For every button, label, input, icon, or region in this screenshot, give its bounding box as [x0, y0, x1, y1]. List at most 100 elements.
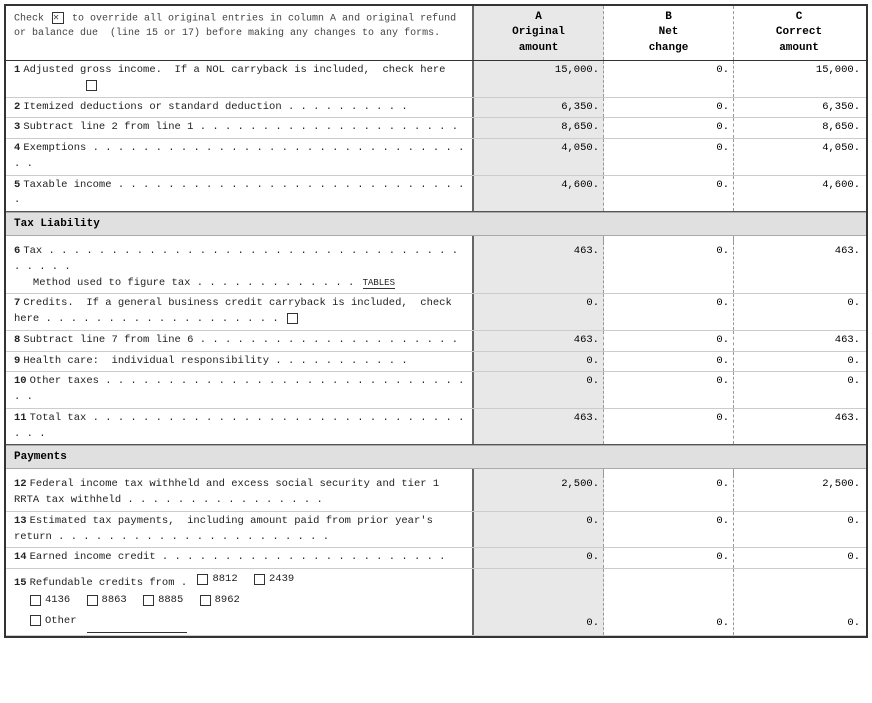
- row-13-desc: 13Estimated tax payments, including amou…: [6, 512, 474, 548]
- row-5-desc: 5Taxable income . . . . . . . . . . . . …: [6, 176, 474, 212]
- row-3-col-c: 8,650.: [734, 118, 864, 138]
- income-section: 1Adjusted gross income. If a NOL carryba…: [6, 61, 866, 212]
- row-10-col-b: 0.: [604, 372, 734, 408]
- tables-label: TABLES: [363, 278, 395, 289]
- row-11-col-c: 463.: [734, 409, 864, 445]
- row-7-col-a: 0.: [474, 294, 604, 330]
- override-checkbox[interactable]: [52, 12, 64, 24]
- row-14-desc: 14Earned income credit . . . . . . . . .…: [6, 548, 474, 568]
- cb-other-label: Other: [45, 613, 77, 630]
- row-7-col-b: 0.: [604, 294, 734, 330]
- row-2-col-b: 0.: [604, 98, 734, 118]
- row-14-col-c: 0.: [734, 548, 864, 568]
- table-row: 13Estimated tax payments, including amou…: [6, 512, 866, 549]
- header-description: Check to override all original entries i…: [6, 6, 474, 60]
- row-7-col-c: 0.: [734, 294, 864, 330]
- row-3-col-b: 0.: [604, 118, 734, 138]
- row-8-col-c: 463.: [734, 331, 864, 351]
- cb-2439-label: 2439: [269, 571, 294, 588]
- row-9-desc: 9Health care: individual responsibility …: [6, 352, 474, 372]
- table-row: 3Subtract line 2 from line 1 . . . . . .…: [6, 118, 866, 139]
- row-13-col-a: 0.: [474, 512, 604, 548]
- row-4-col-c: 4,050.: [734, 139, 864, 175]
- row-8-col-a: 463.: [474, 331, 604, 351]
- row-15-desc: 15Refundable credits from . 8812 2439 41…: [6, 569, 474, 635]
- cb-8812-label: 8812: [212, 571, 237, 588]
- column-b-header: BNetchange: [604, 6, 734, 60]
- table-row: 7Credits. If a general business credit c…: [6, 294, 866, 331]
- row-6-col-a: 463.: [474, 242, 604, 293]
- table-row: 9Health care: individual responsibility …: [6, 352, 866, 373]
- row-6-col-c: 463.: [734, 242, 864, 293]
- row-15-col-b: 0.: [604, 569, 734, 635]
- row-12-col-b: 0.: [604, 475, 734, 511]
- payments-header: Payments: [6, 445, 866, 469]
- cb-other[interactable]: [30, 615, 41, 626]
- table-row: 11Total tax . . . . . . . . . . . . . . …: [6, 409, 866, 445]
- tax-liability-header: Tax Liability: [6, 212, 866, 236]
- row-10-col-a: 0.: [474, 372, 604, 408]
- cb-2439[interactable]: [254, 574, 265, 585]
- cb-8812[interactable]: [197, 574, 208, 585]
- row-14-col-a: 0.: [474, 548, 604, 568]
- row-7-desc: 7Credits. If a general business credit c…: [6, 294, 474, 330]
- cb-8962-label: 8962: [215, 592, 240, 609]
- row-3-desc: 3Subtract line 2 from line 1 . . . . . .…: [6, 118, 474, 138]
- payments-section: 12Federal income tax withheld and excess…: [6, 469, 866, 636]
- row-11-col-b: 0.: [604, 409, 734, 445]
- row-8-desc: 8Subtract line 7 from line 6 . . . . . .…: [6, 331, 474, 351]
- row-4-col-b: 0.: [604, 139, 734, 175]
- row-1-desc: 1Adjusted gross income. If a NOL carryba…: [6, 61, 474, 97]
- row-5-col-c: 4,600.: [734, 176, 864, 212]
- form-container: Check to override all original entries i…: [4, 4, 868, 638]
- table-row: 1Adjusted gross income. If a NOL carryba…: [6, 61, 866, 98]
- column-c-header: CCorrectamount: [734, 6, 864, 60]
- row-15-col-a: 0.: [474, 569, 604, 635]
- cb-8885-label: 8885: [158, 592, 183, 609]
- row-13-col-b: 0.: [604, 512, 734, 548]
- row-5-col-b: 0.: [604, 176, 734, 212]
- table-row: 14Earned income credit . . . . . . . . .…: [6, 548, 866, 569]
- nol-checkbox[interactable]: [86, 80, 97, 91]
- column-a-header: AA Original amountOriginalamount: [474, 6, 604, 60]
- row-13-col-c: 0.: [734, 512, 864, 548]
- header-row: Check to override all original entries i…: [6, 6, 866, 61]
- cb-8863[interactable]: [87, 595, 98, 606]
- row-6-desc: 6Tax . . . . . . . . . . . . . . . . . .…: [6, 242, 474, 293]
- row-6-col-b: 0.: [604, 242, 734, 293]
- row-10-col-c: 0.: [734, 372, 864, 408]
- row-9-col-b: 0.: [604, 352, 734, 372]
- cb-4136[interactable]: [30, 595, 41, 606]
- row-11-desc: 11Total tax . . . . . . . . . . . . . . …: [6, 409, 474, 445]
- row-4-desc: 4Exemptions . . . . . . . . . . . . . . …: [6, 139, 474, 175]
- row-2-col-c: 6,350.: [734, 98, 864, 118]
- row-9-col-a: 0.: [474, 352, 604, 372]
- cb-8962[interactable]: [200, 595, 211, 606]
- row-1-col-c: 15,000.: [734, 61, 864, 97]
- row-12-col-a: 2,500.: [474, 475, 604, 511]
- row-12-desc: 12Federal income tax withheld and excess…: [6, 475, 474, 511]
- row-5-col-a: 4,600.: [474, 176, 604, 212]
- table-row: 5Taxable income . . . . . . . . . . . . …: [6, 176, 866, 212]
- business-credit-checkbox[interactable]: [287, 313, 298, 324]
- row-3-col-a: 8,650.: [474, 118, 604, 138]
- table-row: 8Subtract line 7 from line 6 . . . . . .…: [6, 331, 866, 352]
- row-9-col-c: 0.: [734, 352, 864, 372]
- row-14-col-b: 0.: [604, 548, 734, 568]
- cb-8863-label: 8863: [102, 592, 127, 609]
- row-12-col-c: 2,500.: [734, 475, 864, 511]
- row-8-col-b: 0.: [604, 331, 734, 351]
- row-15-col-c: 0.: [734, 569, 864, 635]
- row-2-desc: 2Itemized deductions or standard deducti…: [6, 98, 474, 118]
- cb-4136-label: 4136: [45, 592, 70, 609]
- row-4-col-a: 4,050.: [474, 139, 604, 175]
- table-row: 4Exemptions . . . . . . . . . . . . . . …: [6, 139, 866, 176]
- row-2-col-a: 6,350.: [474, 98, 604, 118]
- table-row: 10Other taxes . . . . . . . . . . . . . …: [6, 372, 866, 409]
- tax-liability-section: 6Tax . . . . . . . . . . . . . . . . . .…: [6, 236, 866, 445]
- cb-8885[interactable]: [143, 595, 154, 606]
- table-row: 15Refundable credits from . 8812 2439 41…: [6, 569, 866, 636]
- table-row: 12Federal income tax withheld and excess…: [6, 475, 866, 512]
- table-row: 6Tax . . . . . . . . . . . . . . . . . .…: [6, 242, 866, 294]
- table-row: 2Itemized deductions or standard deducti…: [6, 98, 866, 119]
